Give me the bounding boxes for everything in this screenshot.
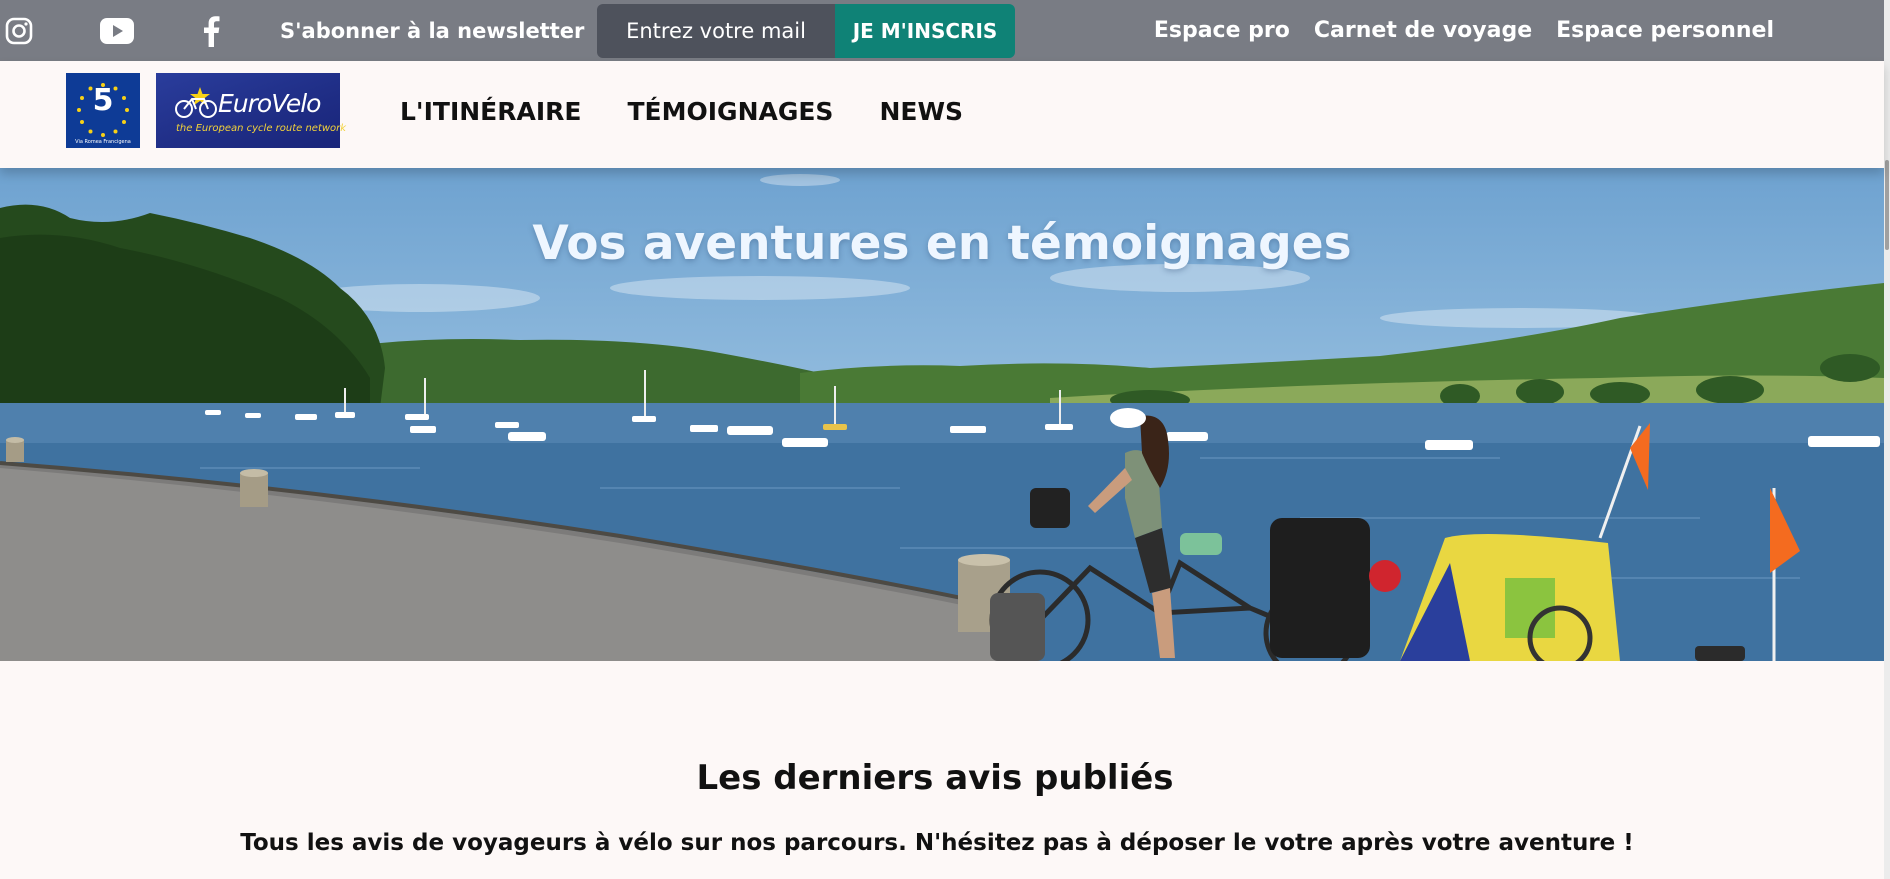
nav-news[interactable]: NEWS bbox=[879, 97, 963, 126]
v5-logo-tagline: Via Romea Francigena bbox=[75, 139, 131, 145]
top-bar: S'abonner à la newsletter JE M'INSCRIS E… bbox=[0, 0, 1884, 61]
section-subtitle: Tous les avis de voyageurs à vélo sur no… bbox=[240, 830, 1634, 856]
newsletter-label: S'abonner à la newsletter bbox=[280, 18, 585, 43]
scrollbar-thumb[interactable] bbox=[1885, 160, 1889, 250]
section-title: Les derniers avis publiés bbox=[696, 758, 1174, 798]
nav-itineraire[interactable]: L'ITINÉRAIRE bbox=[400, 97, 581, 126]
site-header: 5 Via Romea Francigena EuroVelo the Euro… bbox=[0, 61, 1884, 168]
page-scrollbar[interactable] bbox=[1884, 0, 1890, 879]
link-espace-personnel[interactable]: Espace personnel bbox=[1556, 18, 1774, 43]
nav-temoignages[interactable]: TÉMOIGNAGES bbox=[627, 97, 833, 126]
eurovelo-logo[interactable]: EuroVelo the European cycle route networ… bbox=[156, 73, 346, 148]
main-nav: L'ITINÉRAIRE TÉMOIGNAGES NEWS bbox=[400, 61, 963, 161]
instagram-icon[interactable] bbox=[0, 0, 38, 61]
v5-logo[interactable]: 5 Via Romea Francigena bbox=[66, 73, 140, 148]
subscribe-button[interactable]: JE M'INSCRIS bbox=[835, 4, 1015, 58]
newsletter-email-input[interactable] bbox=[597, 4, 835, 58]
eurovelo-logo-tagline: the European cycle route network bbox=[176, 123, 347, 134]
top-links: Espace pro Carnet de voyage Espace perso… bbox=[1154, 0, 1774, 61]
youtube-icon[interactable] bbox=[98, 0, 136, 61]
hero-banner: Vos aventures en témoignages bbox=[0, 168, 1884, 661]
eurovelo-logo-name: EuroVelo bbox=[218, 89, 321, 118]
facebook-icon[interactable] bbox=[194, 0, 228, 61]
v5-logo-number: 5 bbox=[92, 83, 114, 118]
hero-title: Vos aventures en témoignages bbox=[532, 216, 1352, 271]
link-espace-pro[interactable]: Espace pro bbox=[1154, 18, 1290, 43]
link-carnet-de-voyage[interactable]: Carnet de voyage bbox=[1314, 18, 1532, 43]
eurovelo-bike-icon bbox=[175, 87, 217, 118]
